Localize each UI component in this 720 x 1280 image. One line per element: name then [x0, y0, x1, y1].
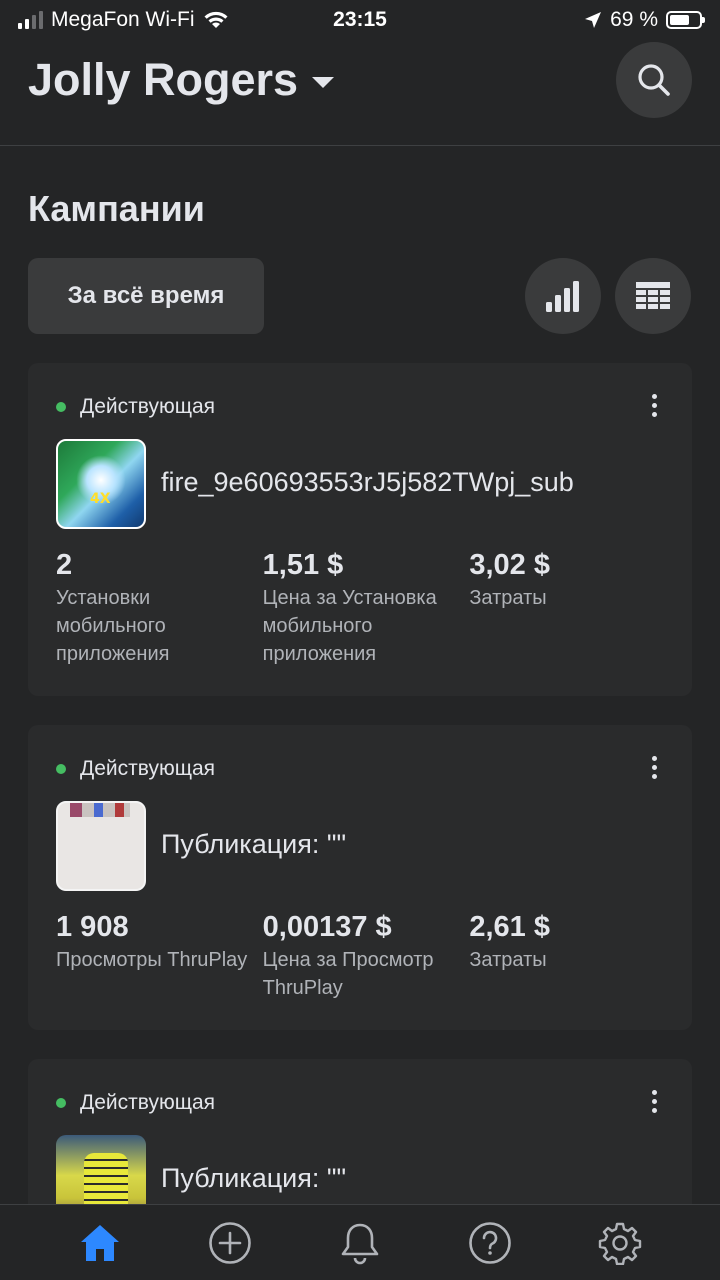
bottom-tab-bar	[0, 1204, 720, 1280]
help-icon	[469, 1221, 511, 1264]
table-icon	[636, 282, 670, 309]
chart-view-button[interactable]	[525, 258, 601, 334]
bar-chart-icon	[546, 281, 579, 312]
clock: 23:15	[333, 8, 387, 31]
campaign-thumbnail: 4X	[56, 439, 146, 529]
status-left: MegaFon Wi-Fi	[18, 8, 278, 32]
campaign-name: Публикация: ""	[161, 829, 347, 859]
campaign-status: Действующая	[56, 757, 215, 781]
metric-value: 0,00137 $	[262, 911, 392, 943]
metric-value: 3,02 $	[469, 549, 550, 581]
table-view-button[interactable]	[615, 258, 691, 334]
campaign-card[interactable]: Действующая Публикация: ""	[28, 1059, 692, 1204]
metric: 3,02 $ Затраты	[469, 546, 676, 668]
campaign-thumbnail	[56, 1135, 146, 1204]
battery-fill	[670, 15, 690, 25]
tab-create[interactable]	[192, 1205, 268, 1280]
gear-icon	[598, 1222, 642, 1265]
metric-value: 2,61 $	[469, 911, 550, 943]
metric: 0,00137 $ Цена за Просмотр ThruPlay	[263, 908, 470, 1002]
more-options-button[interactable]	[636, 749, 672, 785]
location-arrow-icon	[585, 12, 602, 28]
metric-value: 1,51 $	[262, 549, 344, 581]
campaign-thumbnail	[56, 801, 146, 891]
campaign-name: fire_9e60693553rJ5j582TWpj_sub	[161, 467, 574, 497]
campaign-status-label: Действующая	[80, 395, 216, 418]
tab-settings[interactable]	[582, 1205, 658, 1280]
campaign-name: Публикация: ""	[161, 1163, 347, 1193]
campaign-status: Действующая	[56, 395, 215, 419]
section-title: Кампании	[28, 188, 205, 229]
metric: 1 908 Просмотры ThruPlay	[56, 908, 263, 1002]
metric-label: Просмотры ThruPlay	[56, 949, 248, 971]
campaign-metrics: 1 908 Просмотры ThruPlay 0,00137 $ Цена …	[56, 908, 676, 1002]
home-icon	[81, 1224, 119, 1261]
campaign-status-label: Действующая	[80, 757, 216, 780]
status-right: 69 %	[442, 8, 705, 32]
bell-icon	[341, 1223, 379, 1264]
metric-value: 2	[56, 549, 73, 581]
more-options-button[interactable]	[636, 1083, 672, 1119]
search-icon	[638, 64, 670, 96]
metric: 2 Установки мобильного приложения	[56, 546, 263, 668]
date-range-filter-button[interactable]: За всё время	[28, 258, 264, 334]
account-name: Jolly Rogers	[28, 54, 299, 105]
metric-label: Цена за Просмотр ThruPlay	[262, 949, 434, 999]
metric-label: Затраты	[469, 949, 547, 971]
carrier-name: MegaFon Wi-Fi	[51, 8, 195, 31]
metric: 2,61 $ Затраты	[469, 908, 676, 1002]
thumbnail-label: 4X	[90, 491, 111, 507]
metric-value: 1 908	[56, 911, 129, 943]
campaign-status-label: Действующая	[80, 1091, 216, 1114]
tab-help[interactable]	[452, 1205, 528, 1280]
status-dot	[56, 402, 66, 412]
status-dot	[56, 764, 66, 774]
metric-label: Установки мобильного приложения	[56, 587, 170, 665]
more-options-button[interactable]	[636, 387, 672, 423]
metric-label: Затраты	[469, 587, 547, 609]
metric-label: Цена за Установка мобильного приложения	[262, 587, 437, 665]
wifi-icon	[204, 11, 228, 28]
search-button[interactable]	[616, 42, 692, 118]
status-bar: MegaFon Wi-Fi 23:15 69 %	[0, 0, 720, 40]
caret-down-icon	[312, 76, 335, 88]
metric: 1,51 $ Цена за Установка мобильного прил…	[263, 546, 470, 668]
battery-icon	[666, 11, 705, 29]
tab-notifications[interactable]	[322, 1205, 398, 1280]
campaign-metrics: 2 Установки мобильного приложения 1,51 $…	[56, 546, 676, 668]
tab-home[interactable]	[62, 1205, 138, 1280]
campaign-card[interactable]: Действующая 4X fire_9e60693553rJ5j582TWp…	[28, 363, 692, 696]
campaign-status: Действующая	[56, 1091, 215, 1115]
cellular-signal-icon	[18, 11, 43, 29]
status-dot	[56, 1098, 66, 1108]
battery-percent: 69 %	[610, 8, 658, 31]
account-switcher[interactable]: Jolly Rogers	[28, 54, 335, 106]
campaign-card[interactable]: Действующая Публикация: "" 1 908 Просмот…	[28, 725, 692, 1030]
app-header: Jolly Rogers	[0, 40, 720, 146]
plus-circle-icon	[209, 1221, 251, 1264]
